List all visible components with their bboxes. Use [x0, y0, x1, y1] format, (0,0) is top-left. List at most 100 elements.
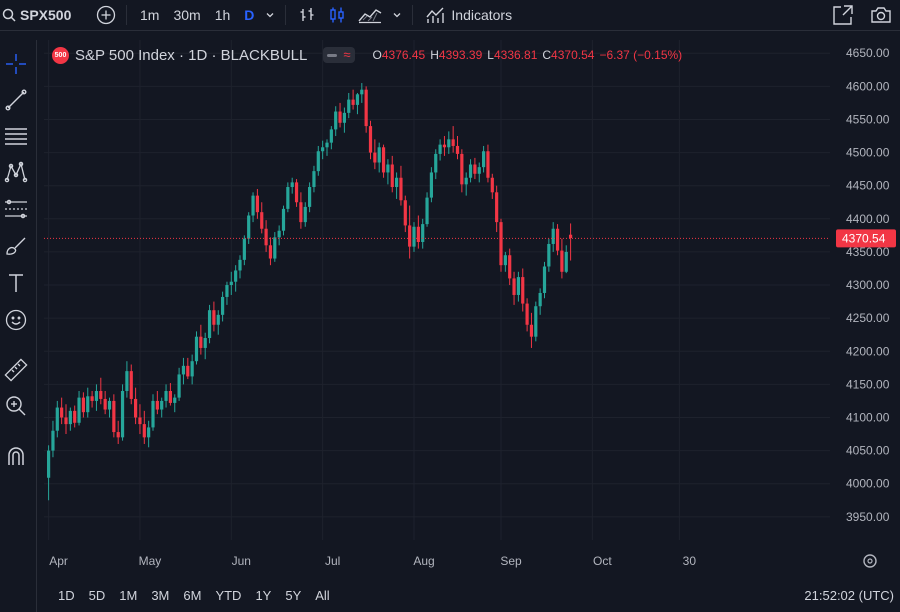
candle-body	[416, 226, 420, 242]
candle-body	[247, 215, 251, 239]
text-tool[interactable]	[2, 269, 30, 297]
candle-body	[64, 417, 68, 425]
candle-body	[68, 410, 72, 425]
candle-body	[60, 407, 64, 418]
candle-body	[47, 450, 51, 478]
range-1y[interactable]: 1Y	[248, 588, 278, 603]
candle-body	[86, 396, 90, 413]
candle-body	[495, 192, 499, 223]
range-6m[interactable]: 6M	[176, 588, 208, 603]
zoom-in-tool[interactable]	[2, 392, 30, 420]
price-tick-label: 3950.00	[846, 510, 890, 524]
candle-body	[403, 200, 407, 226]
candle-body	[221, 296, 225, 315]
interval-1m[interactable]: 1m	[133, 0, 166, 30]
candle-body	[451, 139, 455, 146]
candle-body	[107, 400, 112, 410]
time-tick-label: Jun	[232, 554, 251, 568]
candle-body	[147, 427, 151, 438]
price-axis[interactable]: 3950.00 4000.00 4050.00 4100.00 4150.00 4200.…	[846, 46, 890, 524]
time-tick-label: May	[139, 554, 162, 568]
candle-body	[373, 152, 377, 163]
indicators-label: Indicators	[451, 7, 513, 23]
range-ytd[interactable]: YTD	[208, 588, 248, 603]
utc-clock[interactable]: 21:52:02 (UTC)	[804, 588, 894, 603]
candle-body	[334, 111, 338, 130]
interval-1h[interactable]: 1h	[208, 0, 238, 30]
time-tick-label: 30	[683, 554, 697, 568]
candle-body	[299, 202, 303, 223]
price-tick-label: 4050.00	[846, 444, 890, 458]
fullscreen-button[interactable]	[832, 0, 854, 30]
minus-icon	[327, 53, 338, 57]
pattern-tool[interactable]	[2, 158, 30, 186]
prediction-tool[interactable]	[2, 195, 30, 223]
candle-body	[473, 164, 477, 174]
compare-symbol-button[interactable]	[92, 0, 120, 30]
candle-body	[421, 224, 425, 242]
range-3m[interactable]: 3M	[144, 588, 176, 603]
symbol-logo: 500	[52, 46, 69, 64]
top-toolbar: SPX500 1m 30m 1h D Indicators	[0, 0, 900, 31]
open-key: O	[372, 48, 382, 62]
candle-body	[73, 410, 77, 423]
camera-icon	[871, 7, 891, 23]
price-tick-label: 4150.00	[846, 377, 890, 391]
candle-body	[368, 126, 373, 153]
close-key: C	[542, 48, 552, 62]
candle-body	[238, 259, 242, 271]
candle-body	[525, 303, 529, 325]
fib-retracement-tool[interactable]	[2, 122, 30, 150]
candle-body	[551, 228, 555, 244]
candle-body	[212, 310, 216, 325]
candle-body	[390, 164, 394, 188]
chart-pane[interactable]: 3950.00 4000.00 4050.00 4100.00 4150.00 4200.…	[44, 40, 900, 572]
area-style-button[interactable]	[352, 0, 388, 30]
chevron-down-icon	[266, 13, 274, 18]
ruler-tool[interactable]	[2, 356, 30, 384]
price-tick-label: 4100.00	[846, 410, 890, 424]
range-1m[interactable]: 1M	[112, 588, 144, 603]
magnet-tool[interactable]	[2, 442, 30, 470]
interval-dropdown[interactable]	[261, 0, 279, 30]
chart-style-dropdown[interactable]	[388, 0, 406, 30]
indicators-icon	[426, 7, 445, 23]
candle-body	[112, 400, 116, 433]
candle-body	[412, 226, 416, 247]
legend-title[interactable]: S&P 500 Index · 1D · BLACKBULL	[75, 47, 307, 64]
candle-body	[129, 371, 133, 399]
low-key: L	[487, 48, 494, 62]
emoji-tool[interactable]	[2, 306, 30, 334]
trendline-tool[interactable]	[2, 86, 30, 114]
interval-d[interactable]: D	[237, 0, 261, 30]
candlestick-chart[interactable]: 3950.00 4000.00 4050.00 4100.00 4150.00 4200.…	[44, 40, 900, 572]
candle-body	[260, 212, 264, 229]
candle-body	[207, 310, 212, 339]
time-tick-label: Jul	[325, 554, 340, 568]
open-value: 4376.45	[381, 48, 426, 62]
candle-body	[164, 390, 168, 401]
candle-body	[516, 277, 520, 295]
interval-30m[interactable]: 30m	[166, 0, 207, 30]
legend-actions[interactable]: ≈	[323, 47, 355, 63]
symbol-search-button[interactable]: SPX500	[0, 0, 92, 30]
range-5y[interactable]: 5Y	[278, 588, 308, 603]
range-1d[interactable]: 1D	[44, 588, 82, 603]
candle-body	[294, 182, 299, 203]
brush-tool[interactable]	[2, 232, 30, 260]
candle-body	[508, 255, 512, 279]
bar-style-button[interactable]	[292, 0, 322, 30]
candle-body	[160, 400, 164, 410]
candle-body	[355, 94, 360, 105]
candles-style-button[interactable]	[322, 0, 352, 30]
range-5d[interactable]: 5D	[82, 588, 113, 603]
crosshair-tool[interactable]	[2, 50, 30, 78]
candle-body	[51, 430, 55, 451]
time-tick-label: Oct	[593, 554, 612, 568]
snapshot-button[interactable]	[870, 0, 892, 30]
indicators-button[interactable]: Indicators	[419, 0, 512, 30]
candle-body	[290, 182, 294, 188]
range-all[interactable]: All	[308, 588, 336, 603]
candle-body	[347, 99, 351, 113]
candle-body	[234, 270, 238, 282]
